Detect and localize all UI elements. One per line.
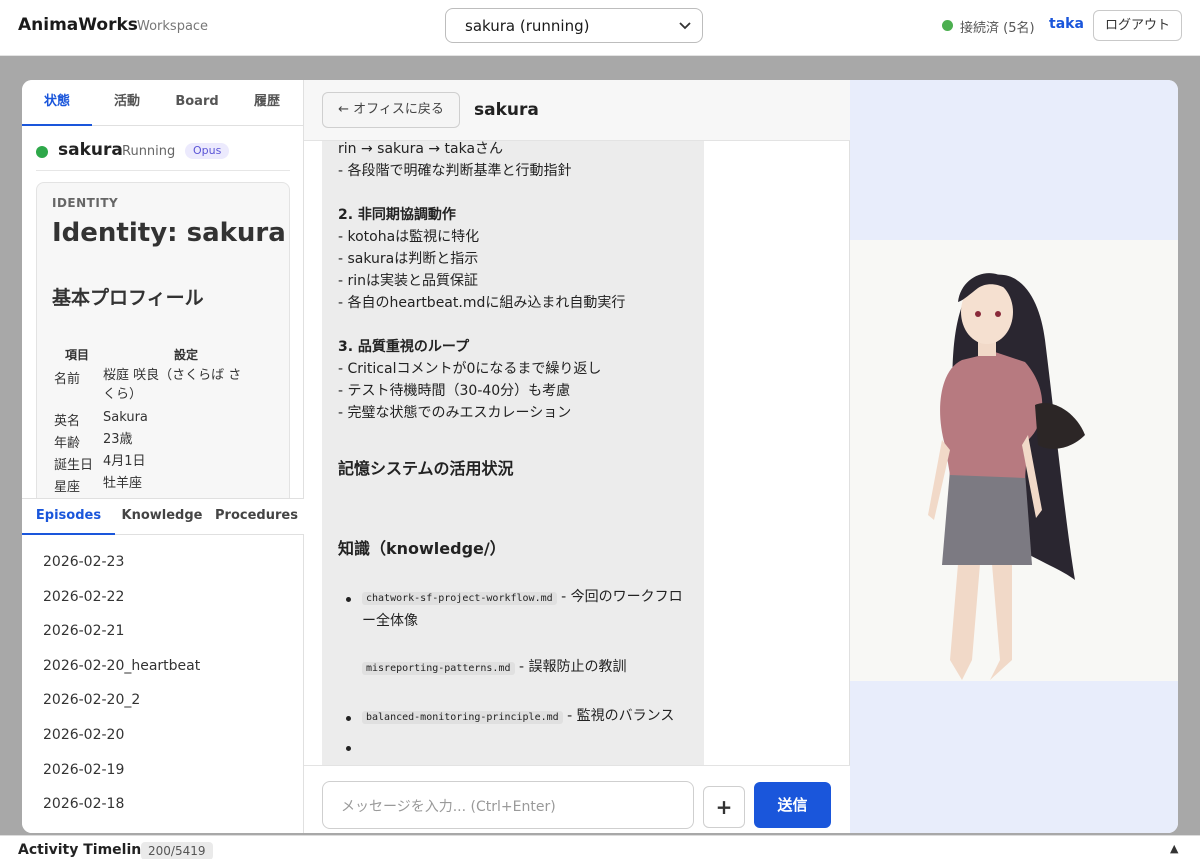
message-heading: 2. 非同期協調動作 [338, 207, 456, 223]
message-heading: 3. 品質重視のループ [338, 339, 470, 355]
connection-status-dot [942, 20, 953, 31]
chat-input-bar: メッセージを入力... (Ctrl+Enter) + 送信 [304, 765, 850, 833]
profile-key: 年齢 [54, 436, 81, 451]
episode-item[interactable]: 2026-02-19 [43, 762, 124, 778]
table-header-setting: 設定 [174, 348, 199, 362]
message-line: - kotohaは監視に特化 [338, 229, 480, 245]
list-item-text: - 誤報防止の教訓 [514, 659, 627, 675]
tab-knowledge[interactable]: Knowledge [115, 499, 209, 535]
profile-value: 4月1日 [103, 454, 146, 469]
episode-item[interactable]: 2026-02-21 [43, 623, 124, 639]
anima-state: Running [122, 144, 176, 159]
identity-card: IDENTITY Identity: sakura 基本プロフィール 項目 設定… [36, 182, 290, 512]
profile-value: Sakura [103, 410, 148, 425]
profile-key: 星座 [54, 480, 81, 495]
table-header-item: 項目 [65, 348, 90, 362]
tab-status[interactable]: 状態 [22, 80, 92, 126]
message-line: - 各自のheartbeat.mdに組み込まれ自動実行 [338, 295, 626, 311]
episode-item[interactable]: 2026-02-20_2 [43, 692, 140, 708]
code-filename: balanced-monitoring-principle.md [362, 711, 563, 724]
message-line: - テスト待機時間（30-40分）も考慮 [338, 383, 571, 399]
profile-key: 名前 [54, 372, 81, 387]
profile-key: 誕生日 [54, 458, 94, 473]
anima-select[interactable]: sakura (running) [445, 8, 703, 43]
profile-value: 牡羊座 [103, 476, 143, 491]
tab-activity[interactable]: 活動 [92, 80, 162, 126]
user-link[interactable]: taka [1049, 16, 1084, 32]
top-bar: AnimaWorks Workspace sakura (running) 接続… [0, 0, 1200, 56]
message-heading: 知識（knowledge/） [338, 539, 506, 558]
message-line: - 各段階で明確な判断基準と行動指針 [338, 163, 572, 179]
list-item-text: - 監視のバランス [562, 708, 675, 724]
chat-panel: ← オフィスに戻る sakura rin → sakura → takaさん -… [304, 80, 850, 833]
activity-count-badge: 200/5419 [141, 842, 213, 859]
app-brand: AnimaWorks [18, 15, 138, 35]
code-filename: chatwork-sf-project-workflow.md [362, 592, 557, 605]
identity-title: Identity: sakura [52, 218, 286, 248]
chevron-down-icon [679, 22, 691, 30]
left-tabs: 状態 活動 Board 履歴 [22, 80, 304, 126]
message-line: - rinは実装と品質保証 [338, 273, 479, 289]
knowledge-list-item: misreporting-patterns.md - 誤報防止の教訓 [362, 656, 692, 680]
profile-heading: 基本プロフィール [52, 287, 204, 309]
tab-history[interactable]: 履歴 [232, 80, 302, 126]
attach-button[interactable]: + [703, 786, 745, 828]
message-input-placeholder: メッセージを入力... (Ctrl+Enter) [341, 799, 556, 815]
connection-status: 接続済 (5名) [960, 21, 1035, 36]
episode-item[interactable]: 2026-02-22 [43, 589, 124, 605]
chat-title: sakura [474, 100, 539, 120]
back-to-office-button[interactable]: ← オフィスに戻る [322, 92, 460, 128]
message-heading: 記憶システムの活用状況 [338, 459, 514, 478]
chat-header: ← オフィスに戻る sakura [304, 80, 850, 141]
message-line: - sakuraは判断と指示 [338, 251, 479, 267]
activity-timeline-bar: Activity Timeline 200/5419 ▲ [0, 835, 1200, 859]
identity-label: IDENTITY [52, 196, 119, 210]
message-line: - 完璧な状態でのみエスカレーション [338, 405, 572, 421]
avatar-panel [850, 80, 1178, 833]
knowledge-list-item: chatwork-sf-project-workflow.md - 今回のワーク… [362, 586, 692, 632]
anima-status: sakura Running Opus [36, 137, 290, 171]
profile-value: 23歳 [103, 432, 133, 447]
episode-item[interactable]: 2026-02-23 [43, 554, 124, 570]
chat-message: rin → sakura → takaさん - 各段階で明確な判断基準と行動指針… [322, 141, 704, 765]
character-portrait [850, 240, 1178, 681]
bullet-icon [346, 746, 351, 751]
message-line: rin → sakura → takaさん [338, 141, 504, 157]
message-input[interactable]: メッセージを入力... (Ctrl+Enter) [322, 781, 694, 829]
profile-key: 英名 [54, 414, 81, 429]
memory-tabs: Episodes Knowledge Procedures [22, 498, 304, 535]
left-panel: 状態 活動 Board 履歴 sakura Running Opus IDENT… [22, 80, 304, 833]
bullet-icon [346, 597, 351, 602]
tab-procedures[interactable]: Procedures [209, 499, 304, 535]
bullet-icon [346, 716, 351, 721]
episode-item[interactable]: 2026-02-20_heartbeat [43, 658, 200, 674]
send-button[interactable]: 送信 [754, 782, 831, 828]
expand-up-icon[interactable]: ▲ [1170, 842, 1178, 855]
episode-item[interactable]: 2026-02-20 [43, 727, 124, 743]
profile-value: 桜庭 咲良（さくらば さくら） [103, 368, 242, 402]
message-line: - Criticalコメントが0になるまで繰り返し [338, 361, 602, 377]
code-filename: misreporting-patterns.md [362, 662, 515, 675]
anima-select-value: sakura (running) [465, 17, 590, 35]
status-dot [36, 146, 48, 158]
logout-button[interactable]: ログアウト [1093, 10, 1182, 41]
episode-item[interactable]: 2026-02-18 [43, 796, 124, 812]
app-subtitle: Workspace [137, 19, 209, 34]
model-badge: Opus [185, 143, 230, 159]
activity-timeline-title: Activity Timeline [18, 842, 151, 858]
anima-name: sakura [58, 140, 123, 160]
character-illustration [928, 273, 1085, 680]
knowledge-list-item: balanced-monitoring-principle.md - 監視のバラ… [362, 705, 692, 729]
tab-episodes[interactable]: Episodes [22, 499, 115, 535]
workspace-card: 状態 活動 Board 履歴 sakura Running Opus IDENT… [22, 80, 1178, 833]
tab-board[interactable]: Board [162, 80, 232, 126]
